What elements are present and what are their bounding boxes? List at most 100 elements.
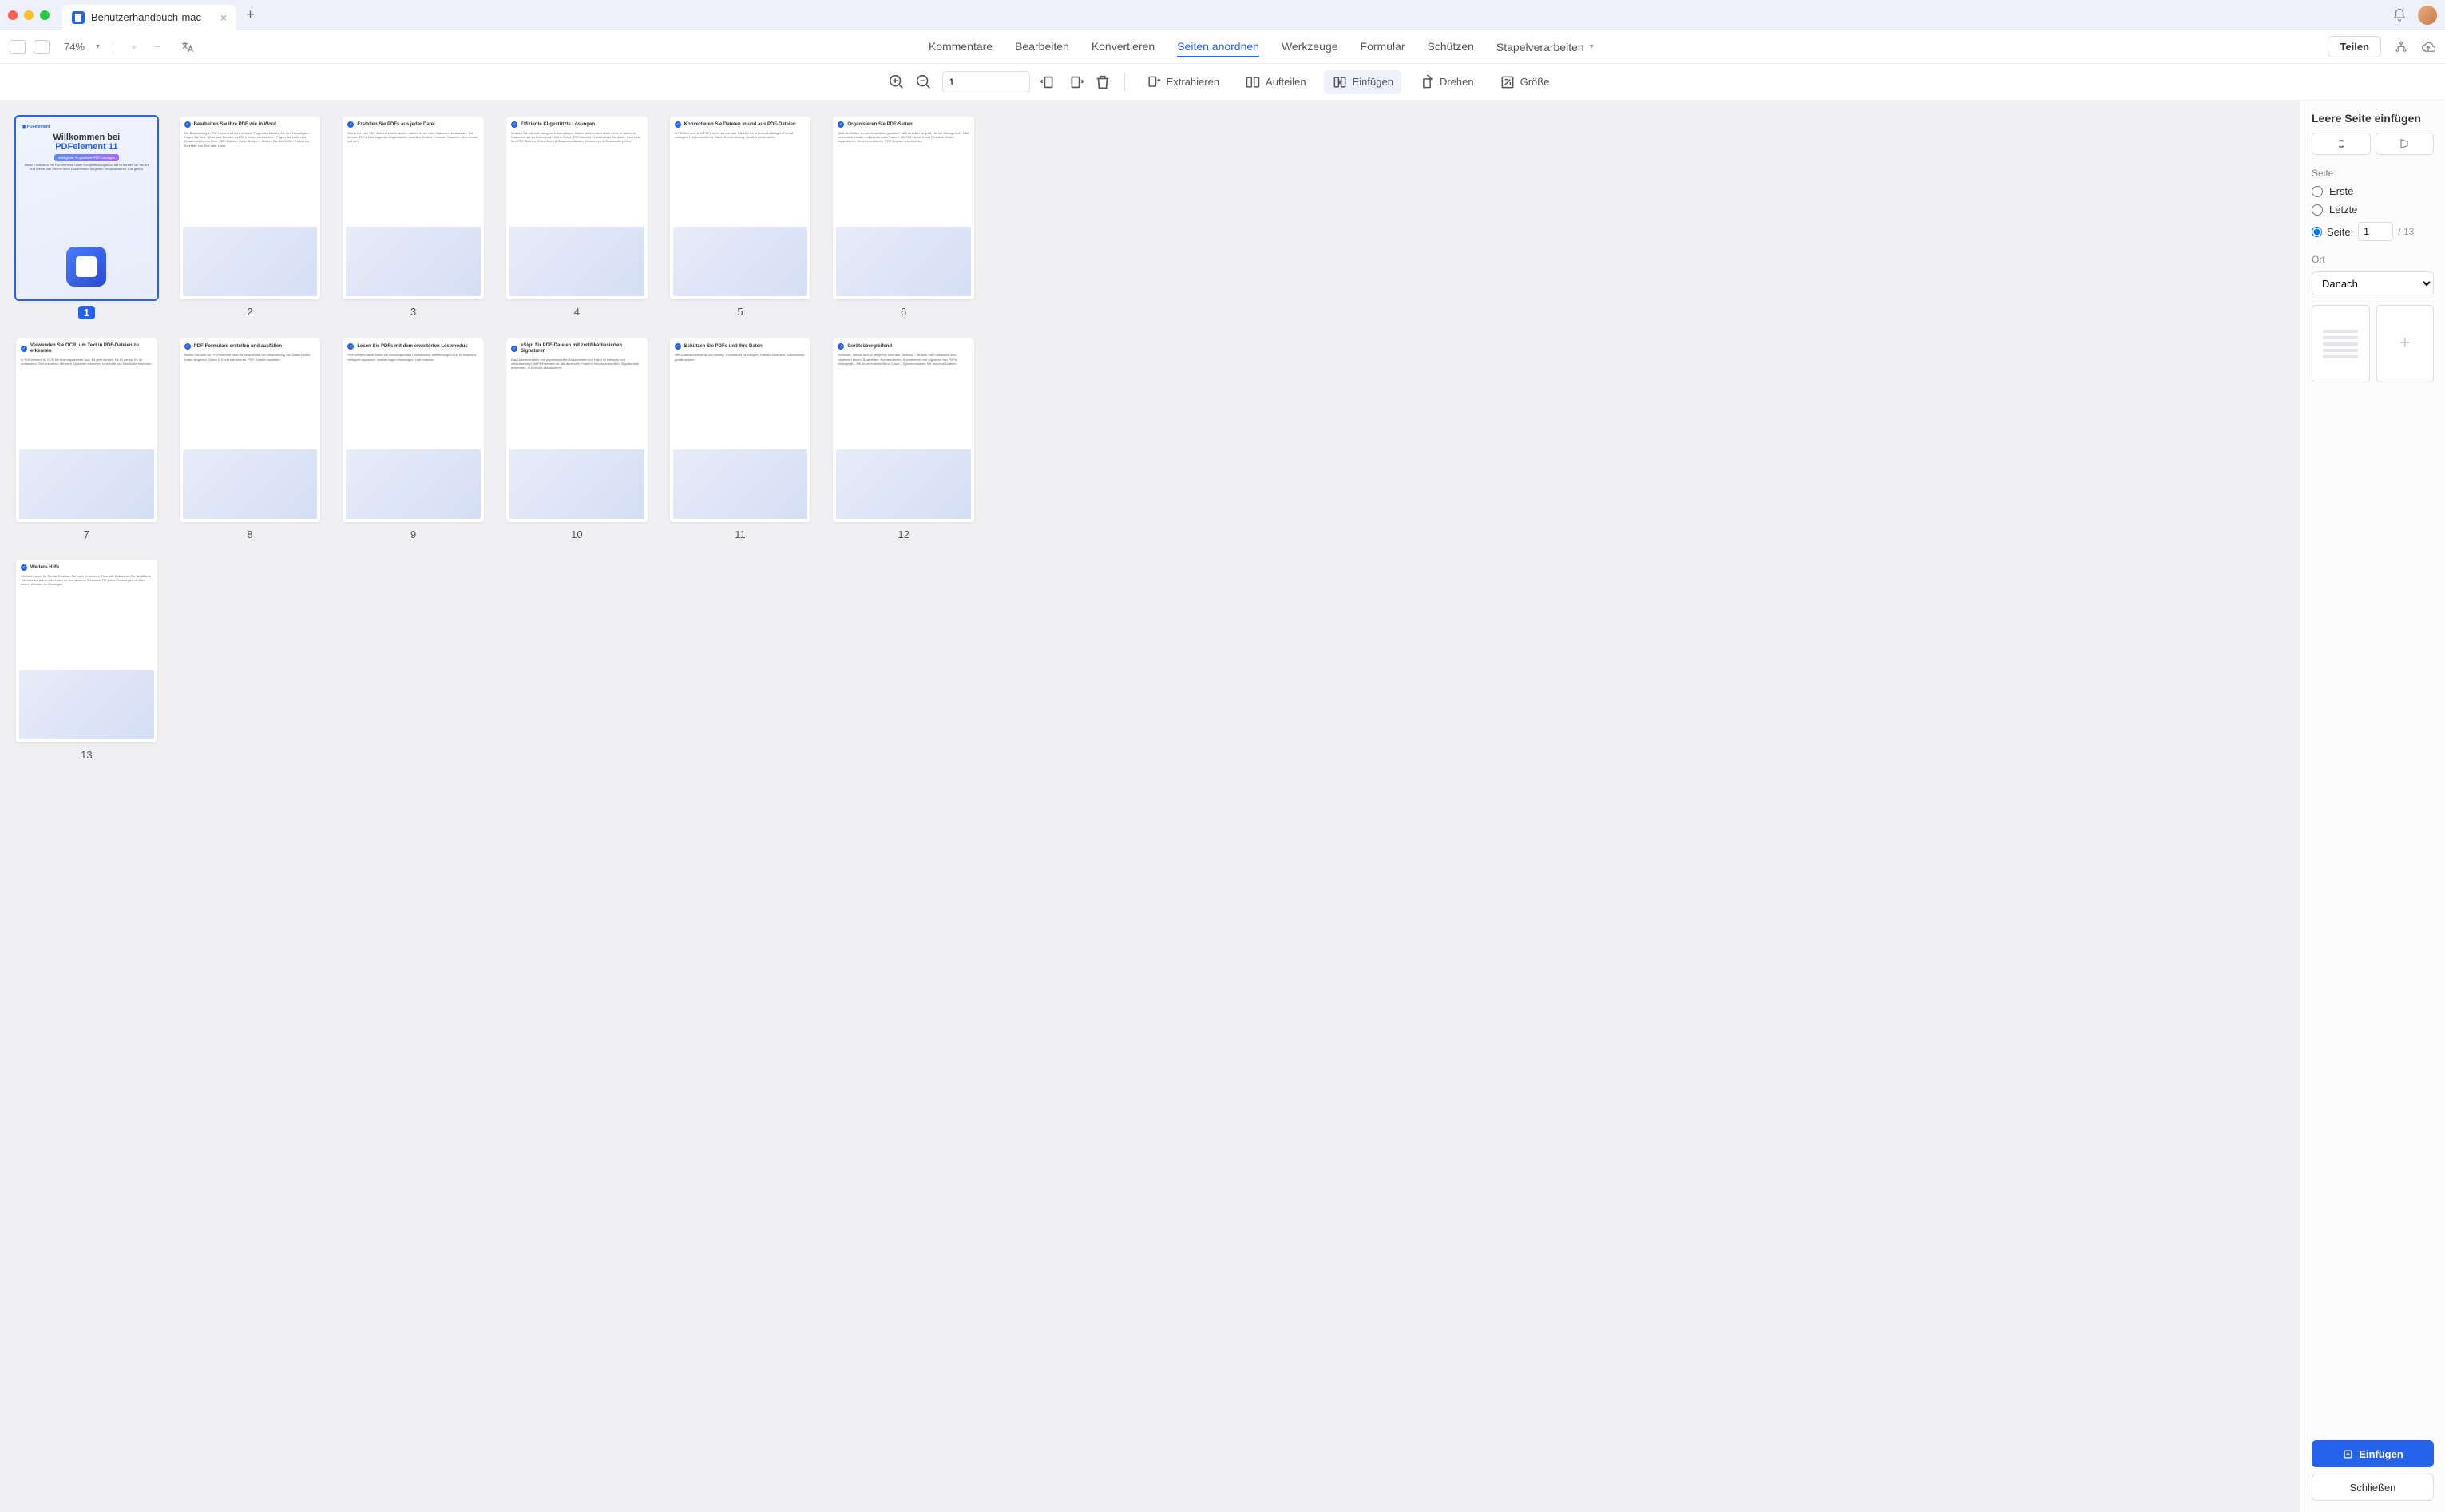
org-icon[interactable] (2394, 40, 2408, 54)
menu-comments[interactable]: Kommentare (929, 37, 993, 57)
page-total-label: / 13 (2398, 226, 2414, 237)
insert-label: Einfügen (1353, 76, 1393, 88)
page-thumbnail-3[interactable]: ✓Erstellen Sie PDFs aus jeder DateiWenn … (343, 117, 484, 299)
menu-edit[interactable]: Bearbeiten (1015, 37, 1069, 57)
page-thumbnail-4[interactable]: ✓Effiziente KI-gestützte LösungenMüssen … (506, 117, 648, 299)
radio-page-label: Seite: (2327, 226, 2353, 238)
translate-icon[interactable] (180, 40, 194, 54)
orientation-portrait-tab[interactable] (2312, 133, 2371, 155)
menu-tools[interactable]: Werkzeuge (1282, 37, 1338, 57)
size-action[interactable]: Größe (1492, 70, 1558, 94)
rotate-action[interactable]: Drehen (1411, 70, 1482, 94)
location-select[interactable]: Danach (2312, 271, 2434, 295)
page-thumbnail-1[interactable]: ◼ PDFelementWillkommen beiPDFelement 11I… (16, 117, 157, 299)
section-location-label: Ort (2312, 254, 2434, 265)
page-number-label: 11 (735, 528, 746, 540)
page-number-label: 6 (901, 306, 906, 318)
page-number-input[interactable] (942, 71, 1030, 93)
zoom-out-button[interactable]: − (155, 41, 161, 53)
page-thumbnail-10[interactable]: ✓eSign für PDF-Dateien mit zertifikatbas… (506, 338, 648, 521)
page-thumbnail-7[interactable]: ✓Verwenden Sie OCR, um Text in PDF-Datei… (16, 338, 157, 521)
user-avatar[interactable] (2418, 6, 2437, 25)
section-page-label: Seite (2312, 168, 2434, 179)
menu-form[interactable]: Formular (1361, 37, 1405, 57)
page-thumbnail-8[interactable]: ✓PDF-Formulare erstellen und ausfüllenSt… (180, 338, 321, 521)
zoom-out-icon[interactable] (915, 73, 933, 91)
radio-first-page[interactable]: Erste (2312, 185, 2434, 197)
radio-last-input[interactable] (2312, 204, 2323, 216)
zoom-in-icon[interactable] (888, 73, 905, 91)
extract-action[interactable]: Extrahieren (1138, 70, 1227, 94)
page-thumbnail-13[interactable]: ✓Weitere HilfeWir sind immer für Sie da.… (16, 560, 157, 742)
page-thumbnail-9[interactable]: ✓Lesen Sie PDFs mit dem erweiterten Lese… (343, 338, 484, 521)
page-thumbnail: ✓GeräteübergreifendJederzeit, überall un… (833, 338, 974, 540)
cloud-upload-icon[interactable] (2421, 40, 2435, 54)
document-tab[interactable]: Benutzerhandbuch-mac × (62, 5, 236, 30)
page-thumbnail: ✓Schützen Sie PDFs und Ihre DatenIhre Da… (670, 338, 811, 540)
insert-action[interactable]: Einfügen (1324, 70, 1401, 94)
insert-icon (1332, 74, 1348, 90)
tab-close-button[interactable]: × (220, 11, 227, 24)
page-thumbnail: ✓Bearbeiten Sie Ihre PDF wie in WordDie … (180, 117, 321, 319)
rotate-icon (1419, 74, 1435, 90)
close-button[interactable]: Schließen (2312, 1474, 2434, 1501)
radio-first-input[interactable] (2312, 186, 2323, 197)
menu-batch[interactable]: Stapelverarbeiten (1496, 38, 1584, 57)
page-thumbnail-6[interactable]: ✓Organisieren Sie PDF-SeitenSind die Sei… (833, 117, 974, 299)
split-action[interactable]: Aufteilen (1237, 70, 1314, 94)
orientation-landscape-tab[interactable] (2376, 133, 2435, 155)
tab-title: Benutzerhandbuch-mac (91, 11, 201, 23)
notifications-icon[interactable] (2392, 8, 2407, 22)
radio-first-label: Erste (2329, 185, 2353, 197)
page-number-label: 8 (247, 528, 252, 540)
radio-last-label: Letzte (2329, 204, 2357, 216)
zoom-percent[interactable]: 74% (64, 41, 85, 53)
page-thumbnail-11[interactable]: ✓Schützen Sie PDFs und Ihre DatenIhre Da… (670, 338, 811, 521)
page-thumbnail-2[interactable]: ✓Bearbeiten Sie Ihre PDF wie in WordDie … (180, 117, 321, 299)
page-number-label: 12 (898, 528, 909, 540)
rotate-left-icon[interactable] (1040, 73, 1057, 91)
menu-protect[interactable]: Schützen (1428, 37, 1474, 57)
share-button[interactable]: Teilen (2328, 36, 2381, 57)
window-close-button[interactable] (8, 10, 18, 20)
zoom-in-button[interactable]: + (131, 41, 137, 53)
page-number-label: 7 (84, 528, 89, 540)
page-thumbnail: ✓Konvertieren Sie Dateien in und aus PDF… (670, 117, 811, 319)
radio-last-page[interactable]: Letzte (2312, 204, 2434, 216)
template-lined[interactable] (2312, 305, 2370, 382)
panel-title: Leere Seite einfügen (2312, 112, 2434, 125)
page-thumbnail: ✓Erstellen Sie PDFs aus jeder DateiWenn … (343, 117, 484, 319)
panel-toggle-button[interactable] (34, 40, 50, 54)
chevron-down-icon[interactable]: ▾ (96, 42, 100, 51)
split-icon (1245, 74, 1261, 90)
new-tab-button[interactable]: + (246, 6, 255, 23)
titlebar: Benutzerhandbuch-mac × + (0, 0, 2445, 30)
menubar: 74% ▾ + − Kommentare Bearbeiten Konverti… (0, 30, 2445, 64)
page-thumbnail-12[interactable]: ✓GeräteübergreifendJederzeit, überall un… (833, 338, 974, 521)
window-minimize-button[interactable] (24, 10, 34, 20)
template-add[interactable]: + (2376, 305, 2435, 382)
sidebar-toggle-button[interactable] (10, 40, 26, 54)
page-number-label: 5 (737, 306, 743, 318)
menu-convert[interactable]: Konvertieren (1092, 37, 1155, 57)
page-number-label: 4 (574, 306, 580, 318)
radio-page-input[interactable] (2312, 227, 2322, 237)
page-number-label: 9 (410, 528, 416, 540)
page-toolbar: Extrahieren Aufteilen Einfügen Drehen Gr… (0, 64, 2445, 101)
page-number-label: 13 (81, 749, 92, 761)
rotate-right-icon[interactable] (1067, 73, 1084, 91)
insert-button[interactable]: Einfügen (2312, 1440, 2434, 1467)
page-number-label: 10 (571, 528, 582, 540)
window-maximize-button[interactable] (40, 10, 50, 20)
page-number-field[interactable] (2358, 222, 2393, 241)
page-number-label: 3 (410, 306, 416, 318)
extract-label: Extrahieren (1167, 76, 1219, 88)
page-number-label: 2 (247, 306, 252, 318)
page-thumbnail: ✓Organisieren Sie PDF-SeitenSind die Sei… (833, 117, 974, 319)
delete-icon[interactable] (1094, 73, 1112, 91)
page-thumbnail: ✓Effiziente KI-gestützte LösungenMüssen … (506, 117, 648, 319)
app-icon (72, 11, 85, 24)
page-thumbnail: ✓Lesen Sie PDFs mit dem erweiterten Lese… (343, 338, 484, 540)
menu-arrange-pages[interactable]: Seiten anordnen (1177, 37, 1259, 57)
page-thumbnail-5[interactable]: ✓Konvertieren Sie Dateien in und aus PDF… (670, 117, 811, 299)
